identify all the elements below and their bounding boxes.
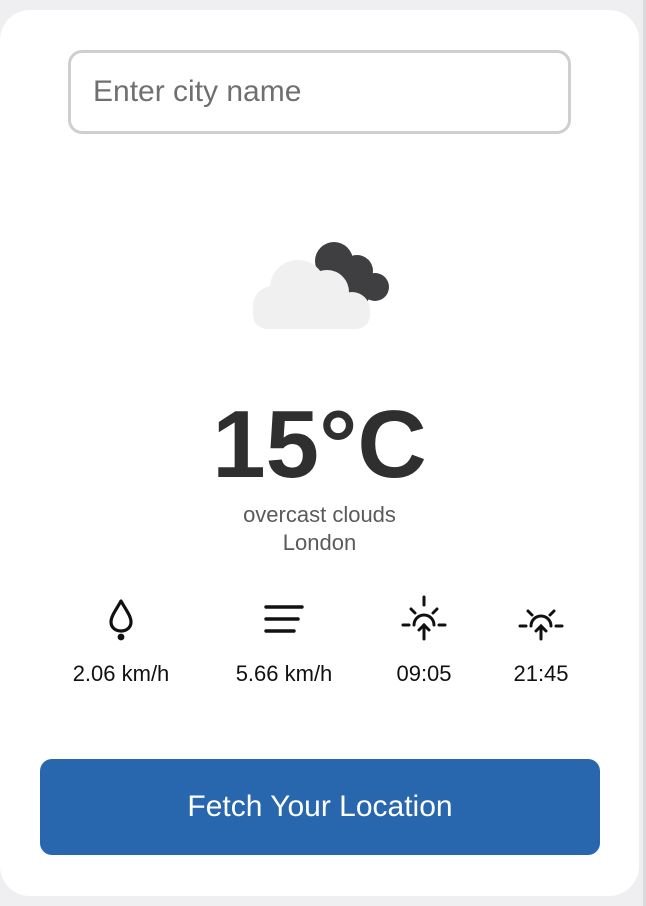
stat-value: 2.06 km/h — [72, 661, 170, 686]
sunset-icon — [518, 609, 564, 641]
temperature: 15°C — [212, 391, 427, 498]
city-name: London — [282, 530, 357, 555]
stat-value: 21:45 — [513, 661, 569, 686]
stat-sunset: 21:45 — [461, 595, 621, 695]
stat-humidity: 2.06 km/h — [41, 595, 201, 695]
sunrise-icon — [401, 595, 447, 641]
weather-card: 15°C overcast clouds London 2.06 km/h 5.… — [0, 10, 639, 896]
stat-wind: 5.66 km/h — [204, 595, 364, 695]
fetch-location-button[interactable]: Fetch Your Location — [40, 759, 600, 855]
stat-value: 5.66 km/h — [235, 661, 333, 686]
humidity-drop-icon — [109, 599, 133, 641]
overcast-clouds-icon — [253, 242, 389, 329]
weather-description: overcast clouds — [243, 502, 396, 527]
city-search-input[interactable] — [68, 50, 571, 134]
wind-lines-icon — [264, 605, 304, 633]
